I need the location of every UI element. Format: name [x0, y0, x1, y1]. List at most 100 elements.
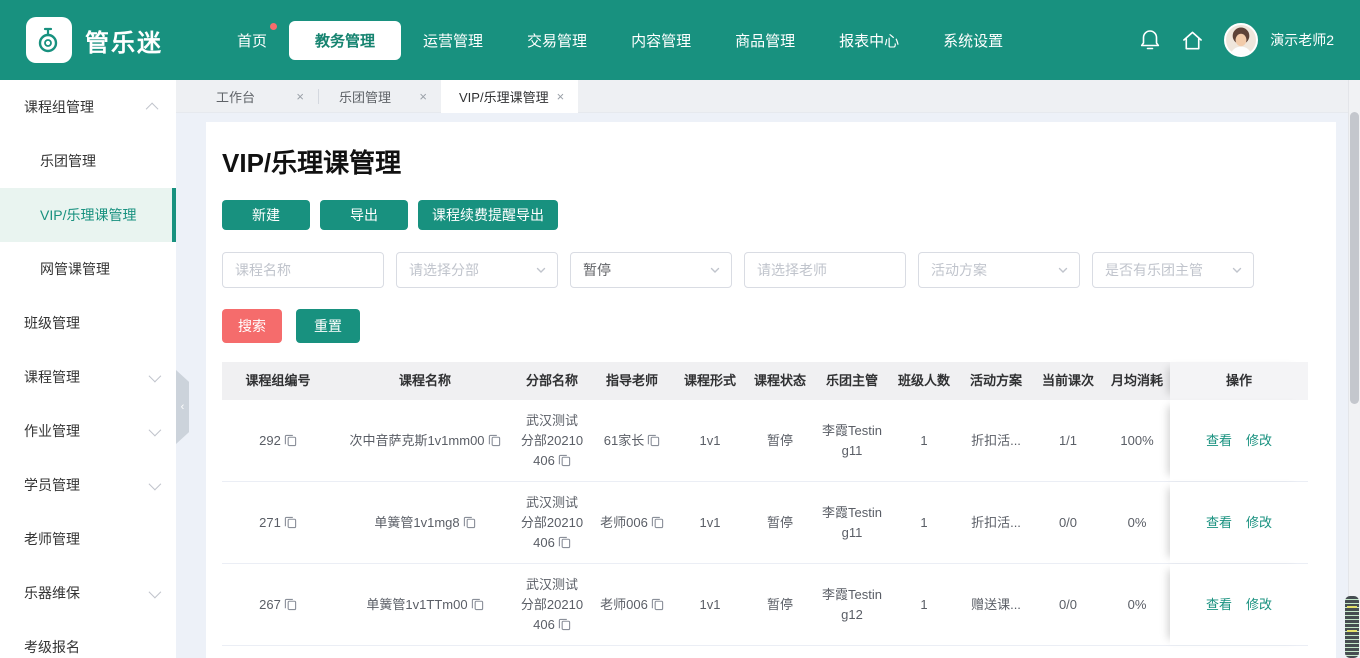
copy-icon[interactable] — [463, 516, 476, 529]
filter-select-2[interactable]: 请选择分部 — [396, 252, 558, 288]
tab-3[interactable]: VIP/乐理课管理 × — [441, 79, 579, 113]
sidebar-item-1[interactable]: 课程组管理 — [0, 80, 176, 134]
cell-current-lesson: 0/0 — [1032, 564, 1104, 645]
nav-item-4[interactable]: 交易管理 — [505, 21, 609, 60]
search-button[interactable]: 搜索 — [222, 309, 282, 343]
sidebar-item-3[interactable]: VIP/乐理课管理 — [0, 188, 176, 242]
filter-input-1[interactable] — [222, 252, 384, 288]
nav-item-7[interactable]: 报表中心 — [817, 21, 921, 60]
filter-bar: 请选择分部 暂停 活动方案 是否有乐团主管 — [222, 252, 1320, 288]
cell-teacher: 老师006 — [588, 482, 676, 563]
filter-select-6[interactable]: 是否有乐团主管 — [1092, 252, 1254, 288]
copy-icon[interactable] — [488, 434, 501, 447]
view-link[interactable]: 查看 — [1206, 431, 1232, 451]
sidebar-item-8[interactable]: 学员管理 — [0, 458, 176, 512]
page-title: VIP/乐理课管理 — [222, 148, 402, 178]
cell-text: 李霞Testing12 — [822, 586, 882, 622]
action-button-2[interactable]: 导出 — [320, 200, 408, 230]
bell-icon[interactable] — [1139, 28, 1161, 52]
tab-close-icon[interactable]: × — [557, 89, 565, 104]
sidebar-item-label: 乐团管理 — [40, 153, 96, 169]
filter-input-4[interactable] — [744, 252, 906, 288]
filter-value: 是否有乐团主管 — [1105, 262, 1203, 278]
nav-item-2[interactable]: 教务管理 — [289, 20, 402, 60]
copy-icon[interactable] — [284, 598, 297, 611]
user-avatar[interactable] — [1224, 23, 1259, 57]
copy-icon[interactable] — [651, 516, 664, 529]
cell-text: 李霞Testing11 — [822, 422, 882, 458]
sidebar-item-4[interactable]: 网管课管理 — [0, 242, 176, 296]
copy-icon[interactable] — [647, 434, 660, 447]
copy-icon[interactable] — [558, 536, 571, 549]
table-header-row: 课程组编号 课程名称 分部名称 指导老师 课程形式 课程状态 乐团主管 班级人数 活动方案 当前课… — [222, 362, 1308, 400]
nav-item-3[interactable]: 运营管理 — [401, 21, 505, 60]
search-reset-row: 搜索 重置 — [222, 309, 1320, 343]
cell-current-lesson: 0/0 — [1032, 482, 1104, 563]
cell-course-status: 暂停 — [744, 482, 816, 563]
filter-select-3[interactable]: 暂停 — [570, 252, 732, 288]
nav-item-5[interactable]: 内容管理 — [609, 21, 713, 60]
cell-current-lesson: 1/1 — [1032, 400, 1104, 481]
cell-text: 0/0 — [1058, 596, 1078, 612]
cell-teacher: 老师006 — [588, 564, 676, 645]
cell-text: 李霞Testing11 — [822, 504, 882, 540]
cell-text: 1 — [920, 432, 928, 448]
cell-text: 单簧管1v1mg8 — [374, 513, 475, 533]
reset-button[interactable]: 重置 — [296, 309, 360, 343]
cell-course-id: 267 — [222, 564, 334, 645]
nav-item-label: 教务管理 — [315, 32, 376, 50]
cell-text: 0% — [1127, 514, 1147, 530]
sidebar-item-2[interactable]: 乐团管理 — [0, 134, 176, 188]
cell-monthly-usage: 0% — [1104, 482, 1170, 563]
sidebar-item-6[interactable]: 课程管理 — [0, 350, 176, 404]
sidebar-item-label: 班级管理 — [24, 315, 80, 331]
copy-icon[interactable] — [558, 618, 571, 631]
sidebar-item-11[interactable]: 考级报名 — [0, 620, 176, 658]
nav-item-1[interactable]: 首页 — [215, 21, 289, 60]
sidebar-item-10[interactable]: 乐器维保 — [0, 566, 176, 620]
filter-text-input[interactable] — [235, 262, 373, 278]
copy-icon[interactable] — [558, 454, 571, 467]
nav-item-6[interactable]: 商品管理 — [713, 21, 817, 60]
cell-text: 271 — [259, 513, 297, 533]
copy-icon[interactable] — [284, 516, 297, 529]
minimap-widget[interactable] — [1345, 596, 1359, 658]
tab-label: VIP/乐理课管理 — [459, 89, 549, 105]
copy-icon[interactable] — [284, 434, 297, 447]
edit-link[interactable]: 修改 — [1246, 431, 1272, 451]
action-button-3[interactable]: 课程续费提醒导出 — [418, 200, 558, 230]
filter-select-5[interactable]: 活动方案 — [918, 252, 1080, 288]
horn-logo-icon — [38, 27, 58, 53]
sidebar-item-5[interactable]: 班级管理 — [0, 296, 176, 350]
cell-text: 武汉测试分部20210406 — [520, 494, 584, 550]
cell-text: 老师006 — [600, 513, 664, 533]
tab-label: 工作台 — [216, 89, 256, 105]
view-link[interactable]: 查看 — [1206, 513, 1232, 533]
copy-icon[interactable] — [471, 598, 484, 611]
tab-2[interactable]: 乐团管理 × — [319, 80, 441, 113]
cell-course-name: 单簧管1v1mg8 — [334, 482, 516, 563]
copy-icon[interactable] — [651, 598, 664, 611]
cell-text: 暂停 — [766, 514, 793, 530]
home-icon[interactable] — [1181, 29, 1204, 52]
tab-close-icon[interactable]: × — [419, 89, 427, 104]
current-user-name[interactable]: 演示老师2 — [1270, 30, 1334, 50]
column-header-8: 班级人数 — [897, 373, 950, 388]
tab-1[interactable]: 工作台 × — [196, 80, 318, 113]
nav-item-8[interactable]: 系统设置 — [921, 21, 1025, 60]
sidebar-item-label: 作业管理 — [24, 423, 80, 439]
cell-text: 267 — [259, 595, 297, 615]
sidebar-item-7[interactable]: 作业管理 — [0, 404, 176, 458]
edit-link[interactable]: 修改 — [1246, 595, 1272, 615]
action-button-1[interactable]: 新建 — [222, 200, 310, 230]
edit-link[interactable]: 修改 — [1246, 513, 1272, 533]
cell-text: 暂停 — [766, 596, 793, 612]
sidebar-item-label: 课程组管理 — [24, 99, 94, 115]
scrollbar-thumb[interactable] — [1350, 112, 1359, 404]
tab-close-icon[interactable]: × — [296, 89, 304, 104]
view-link[interactable]: 查看 — [1206, 595, 1232, 615]
column-header-12: 操作 — [1170, 362, 1308, 400]
filter-text-input[interactable] — [757, 262, 895, 278]
sidebar-item-9[interactable]: 老师管理 — [0, 512, 176, 566]
sidebar-collapse-handle[interactable]: ‹ — [176, 370, 189, 444]
